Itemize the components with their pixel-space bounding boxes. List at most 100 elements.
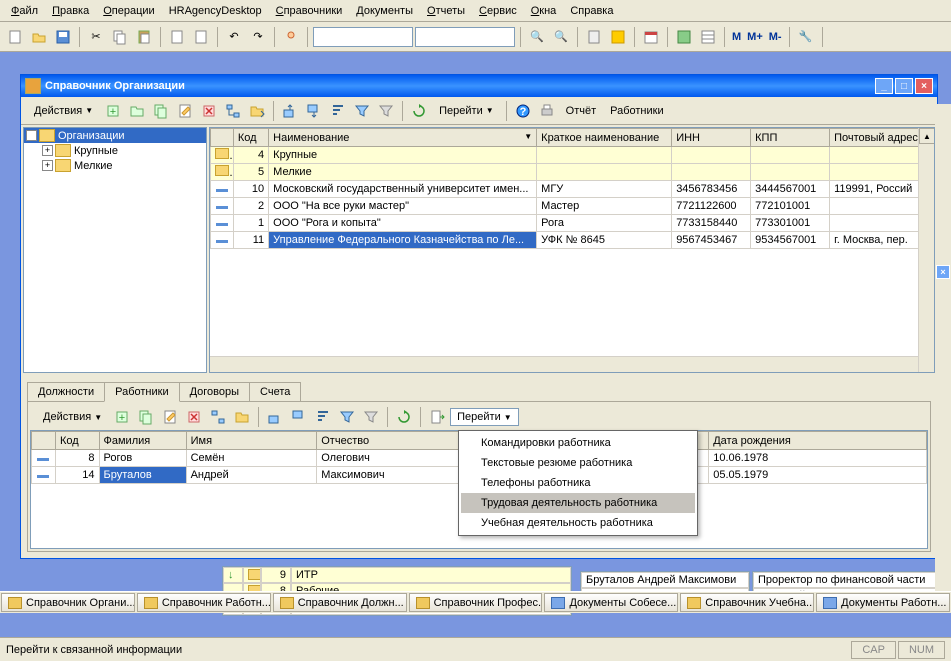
taskbar-button[interactable]: Справочник Работн... — [137, 593, 271, 612]
taskbar-button[interactable]: Справочник Органи... — [1, 593, 135, 612]
expand-icon[interactable]: + — [42, 145, 53, 156]
organizations-grid[interactable]: КодНаименование ▼Краткое наименованиеИНН… — [209, 127, 935, 373]
col-header[interactable]: ИНН — [672, 129, 751, 147]
context-menu-item[interactable]: Командировки работника — [461, 433, 695, 453]
m-button[interactable]: M — [730, 31, 743, 43]
add-icon[interactable]: + — [102, 100, 124, 122]
collapse-icon[interactable]: − — [26, 130, 37, 141]
taskbar-button[interactable]: Справочник Профес... — [409, 593, 543, 612]
move-icon[interactable] — [246, 100, 268, 122]
table-row[interactable]: 10Московский государственный университет… — [211, 181, 934, 198]
level-down-icon[interactable] — [303, 100, 325, 122]
scrollbar-vertical[interactable]: ▲ — [918, 128, 934, 372]
tab-3[interactable]: Счета — [249, 382, 301, 401]
maximize-button[interactable]: □ — [895, 78, 913, 94]
cut-icon[interactable]: ✂ — [85, 26, 107, 48]
edit-icon[interactable] — [159, 406, 181, 428]
col-header[interactable]: Код — [55, 432, 99, 450]
col-header[interactable] — [32, 432, 56, 450]
paste-icon[interactable] — [133, 26, 155, 48]
tree-child-1[interactable]: + Мелкие — [24, 158, 206, 173]
col-header[interactable]: Отчество — [317, 432, 459, 450]
tab-2[interactable]: Договоры — [179, 382, 250, 401]
add-folder-icon[interactable] — [126, 100, 148, 122]
workers-label[interactable]: Работники — [604, 103, 669, 119]
sub-go-button[interactable]: Перейти▼ — [450, 408, 519, 426]
level-down-icon[interactable] — [288, 406, 310, 428]
list-icon[interactable] — [697, 26, 719, 48]
table-row[interactable]: 5Мелкие — [211, 164, 934, 181]
calendar-icon[interactable] — [640, 26, 662, 48]
taskbar-button[interactable]: Справочник Учебна... — [680, 593, 814, 612]
find-people-icon[interactable] — [280, 26, 302, 48]
redo-icon[interactable]: ↷ — [247, 26, 269, 48]
1c-icon[interactable] — [607, 26, 629, 48]
refresh-icon[interactable] — [408, 100, 430, 122]
menu-item-0[interactable]: Файл — [4, 2, 45, 20]
report-label[interactable]: Отчёт — [560, 103, 602, 119]
table-row[interactable]: 4Крупные — [211, 147, 934, 164]
tab-1[interactable]: Работники — [104, 382, 179, 402]
table-row[interactable]: 11Управление Федерального Казначейства п… — [211, 232, 934, 249]
tree-panel[interactable]: − Организации + Крупные + Мелкие — [23, 127, 207, 373]
m-plus-button[interactable]: M+ — [745, 31, 765, 43]
context-menu-item[interactable]: Трудовая деятельность работника — [461, 493, 695, 513]
combo-1[interactable] — [313, 27, 413, 47]
filter-clear-icon[interactable] — [375, 100, 397, 122]
expand-icon[interactable]: + — [42, 160, 53, 171]
tree-child-0[interactable]: + Крупные — [24, 143, 206, 158]
go-button[interactable]: Перейти▼ — [432, 102, 501, 120]
sort-icon[interactable] — [327, 100, 349, 122]
col-header[interactable]: Имя — [186, 432, 317, 450]
copy-icon[interactable] — [109, 26, 131, 48]
sub-actions-button[interactable]: Действия▼ — [36, 408, 109, 426]
col-header[interactable]: Код — [233, 129, 268, 147]
combo-2[interactable] — [415, 27, 515, 47]
context-menu[interactable]: Командировки работникаТекстовые резюме р… — [458, 430, 698, 536]
delete-icon[interactable] — [198, 100, 220, 122]
menu-item-1[interactable]: Правка — [45, 2, 96, 20]
table-row[interactable]: 1ООО "Рога и копыта"Рога7733158440773301… — [211, 215, 934, 232]
context-menu-item[interactable]: Телефоны работника — [461, 473, 695, 493]
table-row[interactable]: 2ООО "На все руки мастер"Мастер772112260… — [211, 198, 934, 215]
new-doc-icon[interactable] — [4, 26, 26, 48]
actions-button[interactable]: Действия▼ — [27, 102, 100, 120]
taskbar-button[interactable]: Справочник Должн... — [273, 593, 407, 612]
add-copy-icon[interactable] — [150, 100, 172, 122]
menu-item-6[interactable]: Отчеты — [420, 2, 472, 20]
close-button[interactable]: × — [915, 78, 933, 94]
titlebar[interactable]: Справочник Организации _ □ × — [21, 75, 937, 97]
col-header[interactable]: Краткое наименование — [537, 129, 672, 147]
col-header[interactable]: Фамилия — [99, 432, 186, 450]
panel-close-icon[interactable]: × — [936, 265, 950, 279]
scrollbar-horizontal[interactable] — [210, 356, 918, 372]
grid-icon[interactable] — [673, 26, 695, 48]
filter-clear-icon[interactable] — [360, 406, 382, 428]
save-icon[interactable] — [52, 26, 74, 48]
hierarchy-icon[interactable] — [222, 100, 244, 122]
tools-icon[interactable]: 🔧 — [795, 26, 817, 48]
menu-item-2[interactable]: Операции — [96, 2, 161, 20]
tree-root[interactable]: − Организации — [24, 128, 206, 143]
minimize-button[interactable]: _ — [875, 78, 893, 94]
context-menu-item[interactable]: Текстовые резюме работника — [461, 453, 695, 473]
context-menu-item[interactable]: Учебная деятельность работника — [461, 513, 695, 533]
menu-item-9[interactable]: Справка — [563, 2, 620, 20]
col-header[interactable]: Наименование ▼ — [269, 129, 537, 147]
col-header[interactable]: Дата рождения — [709, 432, 927, 450]
hierarchy-icon[interactable] — [207, 406, 229, 428]
taskbar-button[interactable]: Документы Собесе... — [544, 593, 678, 612]
move-icon[interactable] — [231, 406, 253, 428]
binoculars-icon[interactable]: 🔍 — [526, 26, 548, 48]
m-minus-button[interactable]: M- — [767, 31, 784, 43]
menu-item-7[interactable]: Сервис — [472, 2, 524, 20]
open-icon[interactable] — [28, 26, 50, 48]
edit-icon[interactable] — [174, 100, 196, 122]
filter-icon[interactable] — [336, 406, 358, 428]
level-up-icon[interactable] — [264, 406, 286, 428]
tab-0[interactable]: Должности — [27, 382, 105, 401]
filter-icon[interactable] — [351, 100, 373, 122]
add-icon[interactable]: + — [111, 406, 133, 428]
menu-item-8[interactable]: Окна — [524, 2, 564, 20]
level-up-icon[interactable] — [279, 100, 301, 122]
